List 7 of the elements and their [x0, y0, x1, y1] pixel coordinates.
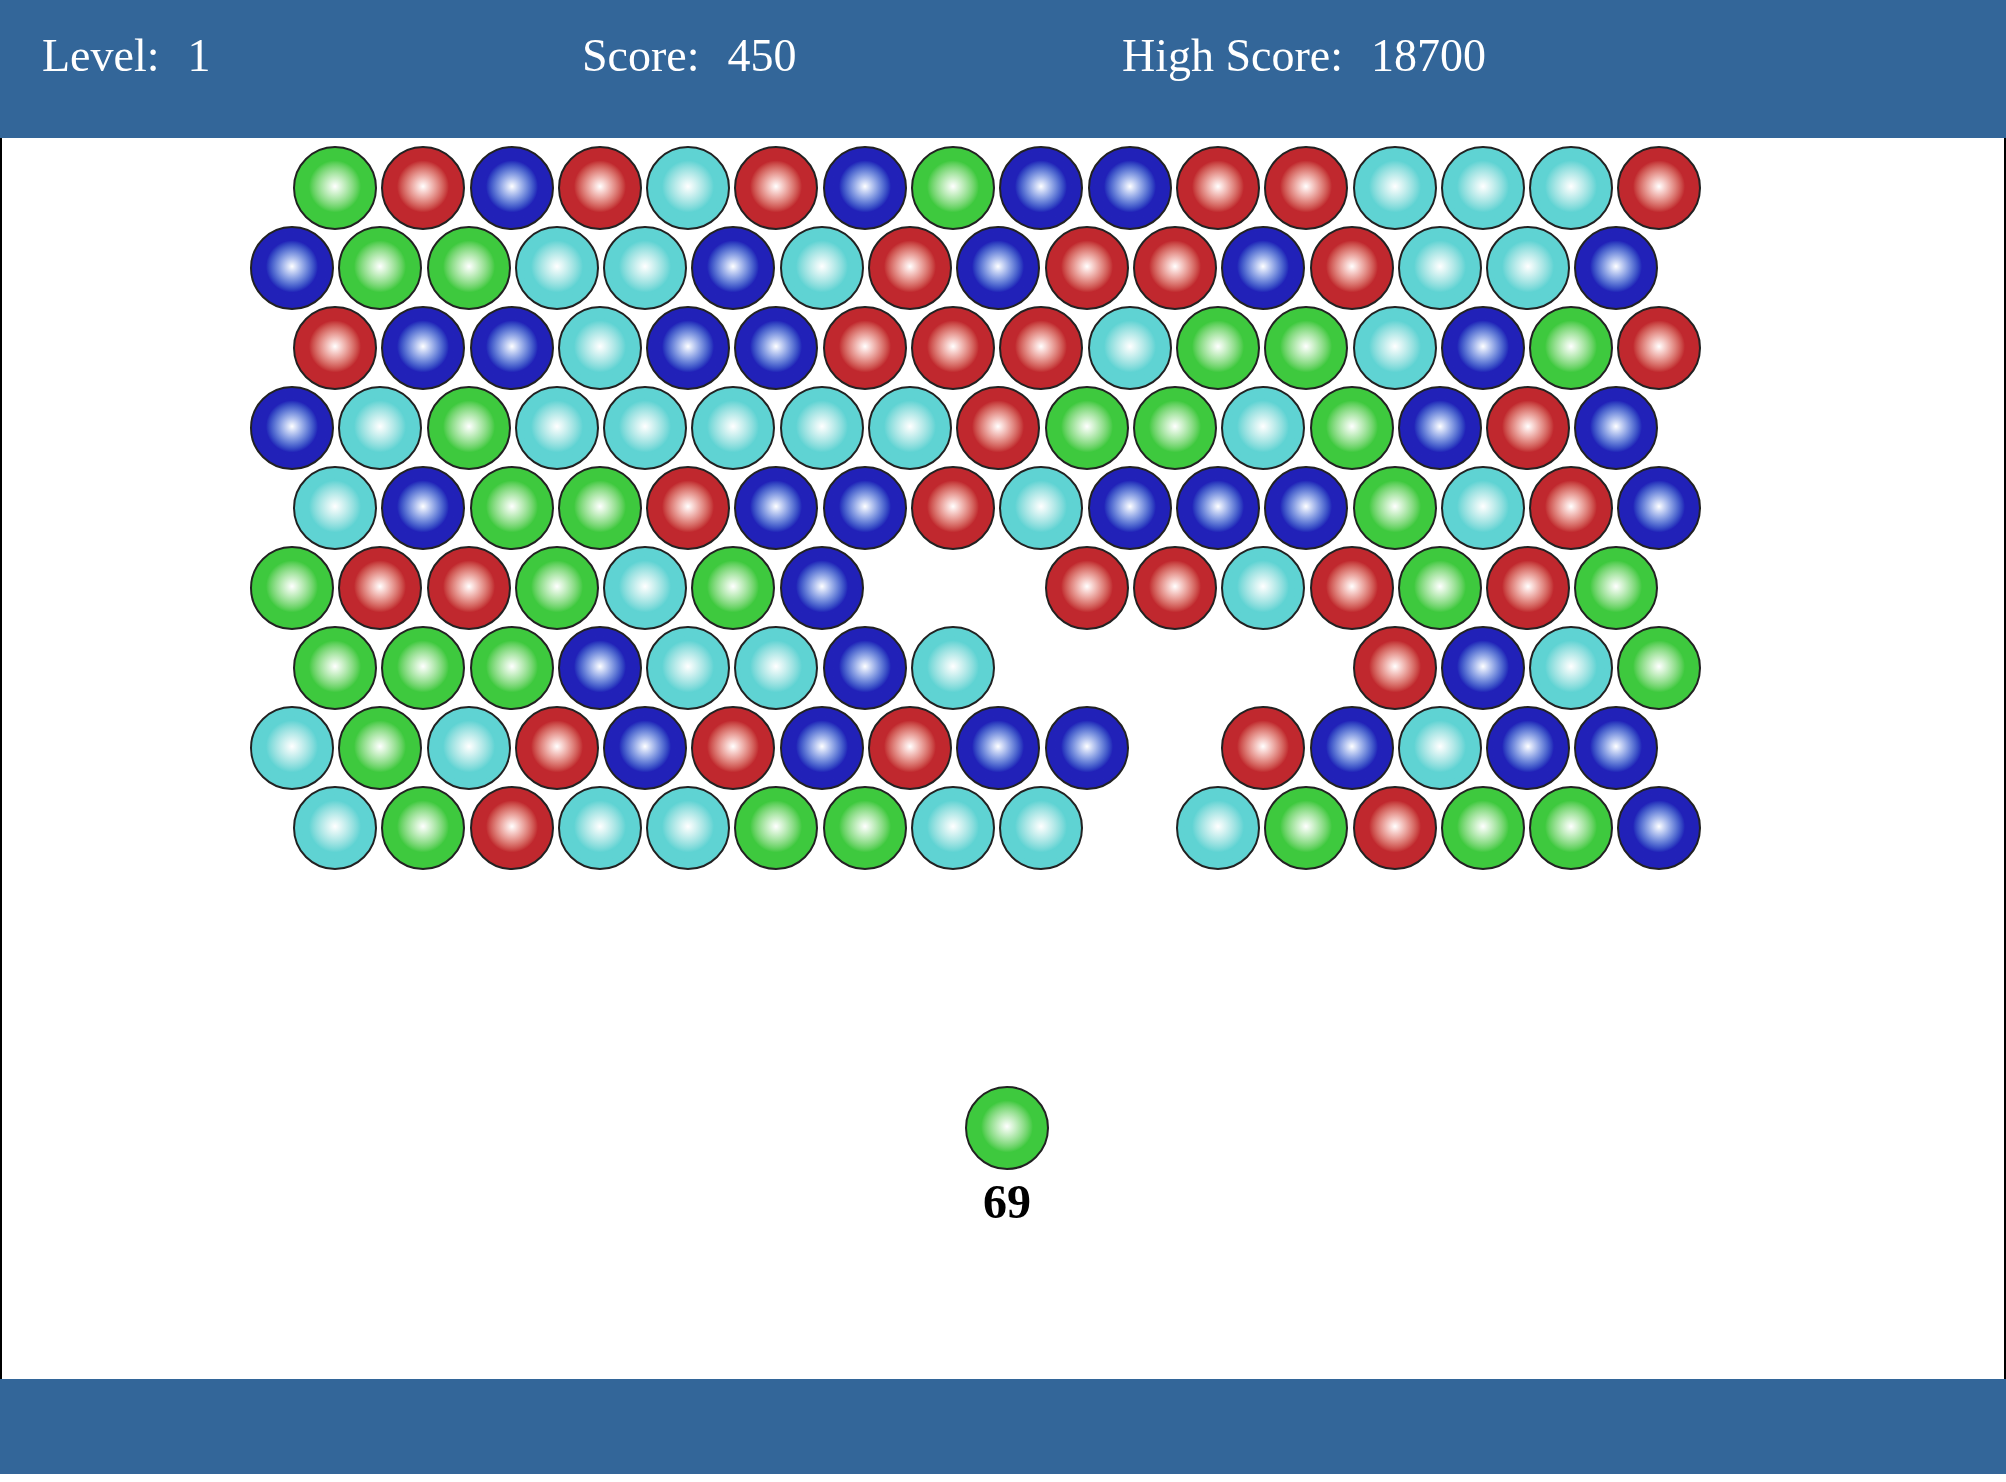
- stat-value: 450: [727, 29, 797, 83]
- stat-label: Score:: [582, 29, 700, 83]
- bubble-count: 69: [983, 1174, 1031, 1230]
- stat-label: Level:: [42, 29, 160, 83]
- stat-label: High Score:: [1122, 29, 1343, 83]
- stat-value: 18700: [1371, 29, 1486, 83]
- stat-value: 1: [187, 29, 211, 83]
